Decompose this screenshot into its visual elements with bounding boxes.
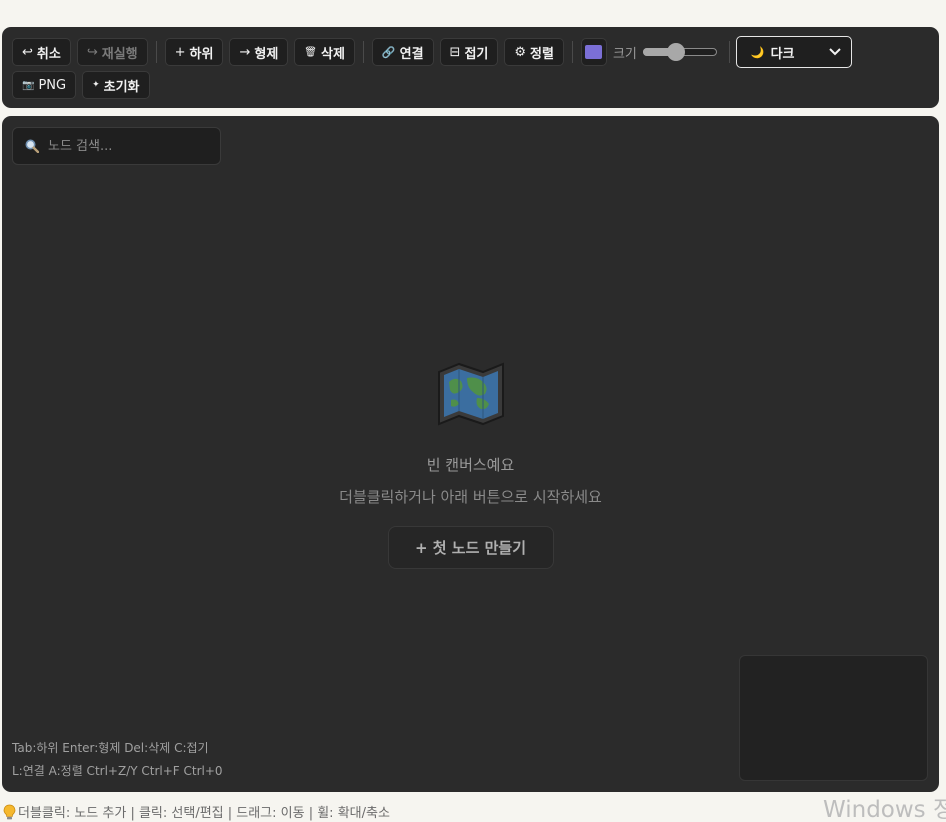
shortcut-line: Tab:하위 Enter:형제 Del:삭제 C:접기 [12,741,209,755]
shortcut-line: L:연결 A:정렬 Ctrl+Z/Y Ctrl+F Ctrl+0 [12,764,223,778]
status-text: 더블클릭: 노드 추가 | 클릭: 선택/편집 | 드래그: 이동 | 휠: 확… [18,806,390,821]
arrange-button[interactable]: ⚙ 정렬 [504,38,564,66]
gear-icon: ⚙ [514,44,527,60]
undo-label: 취소 [36,46,61,62]
add-sibling-label: 형제 [254,46,279,62]
undo-icon: ↩ [22,44,33,60]
reset-label: 초기화 [103,79,140,95]
sparkle-icon: ✦ [92,80,100,90]
size-slider-thumb[interactable] [667,43,686,61]
toolbar-divider [362,41,364,63]
collapse-button[interactable]: ⊟ 접기 [439,38,499,66]
toolbar-divider [571,41,573,63]
toolbar-row-main: ↩ 취소 ↪ 재실행 + 하위 → 형제 🗑 삭제 🔗 연결 ⊟ 접기 ⚙ 정렬… [12,36,852,68]
create-first-node-button[interactable]: + 첫 노드 만들기 [387,526,554,569]
undo-button[interactable]: ↩ 취소 [12,38,71,66]
lightbulb-icon [3,804,16,819]
add-child-button[interactable]: + 하위 [164,38,224,66]
plus-icon: + [174,44,186,60]
reset-button[interactable]: ✦ 초기화 [82,71,150,99]
search-input[interactable] [48,138,198,154]
windows-activation-watermark: Windows 정 [823,797,946,822]
theme-label: 다크 [770,46,795,62]
add-sibling-button[interactable]: → 형제 [229,38,289,66]
redo-button[interactable]: ↪ 재실행 [76,38,148,66]
delete-label: 삭제 [320,46,345,62]
arrow-right-icon: → [239,44,251,60]
toolbar-divider [155,41,157,63]
size-slider[interactable] [642,43,717,61]
empty-title: 빈 캔버스예요 [426,456,515,474]
mindmap-canvas[interactable]: 빈 캔버스예요 더블클릭하거나 아래 버튼으로 시작하세요 + 첫 노드 만들기… [2,116,939,792]
search-icon [25,139,39,153]
export-png-label: PNG [38,77,67,93]
link-icon: 🔗 [381,45,396,59]
theme-select[interactable]: 🌙 다크 [735,36,852,68]
connect-button[interactable]: 🔗 연결 [371,38,434,66]
chevron-down-icon [829,48,841,56]
shortcut-hints: Tab:하위 Enter:형제 Del:삭제 C:접기 L:연결 A:정렬 Ct… [12,737,223,783]
empty-state: 빈 캔버스예요 더블클릭하거나 아래 버튼으로 시작하세요 + 첫 노드 만들기 [2,362,939,569]
theme-value: 🌙 다크 [751,43,795,62]
minimap[interactable] [739,655,928,781]
arrange-label: 정렬 [530,46,554,62]
node-color-picker[interactable] [580,38,607,66]
add-child-label: 하위 [189,46,214,62]
toolbar-row-secondary: 📷 PNG ✦ 초기화 [12,71,156,99]
size-label: 크기 [612,46,637,62]
delete-button[interactable]: 🗑 삭제 [294,38,355,66]
node-search-box[interactable] [12,127,221,165]
trash-icon: 🗑 [304,46,317,58]
export-png-button[interactable]: 📷 PNG [12,71,77,99]
collapse-icon: ⊟ [449,44,461,60]
connect-label: 연결 [399,46,424,62]
redo-label: 재실행 [101,46,138,62]
map-icon [437,362,504,426]
status-bar: 더블클릭: 노드 추가 | 클릭: 선택/편집 | 드래그: 이동 | 휠: 확… [3,802,390,821]
toolbar: ↩ 취소 ↪ 재실행 + 하위 → 형제 🗑 삭제 🔗 연결 ⊟ 접기 ⚙ 정렬… [2,27,939,108]
collapse-label: 접기 [464,46,489,62]
redo-icon: ↪ [86,44,98,60]
camera-icon: 📷 [22,79,35,91]
empty-subtitle: 더블클릭하거나 아래 버튼으로 시작하세요 [339,488,602,506]
toolbar-divider [728,41,730,63]
color-swatch [585,45,603,59]
moon-icon: 🌙 [750,45,765,59]
